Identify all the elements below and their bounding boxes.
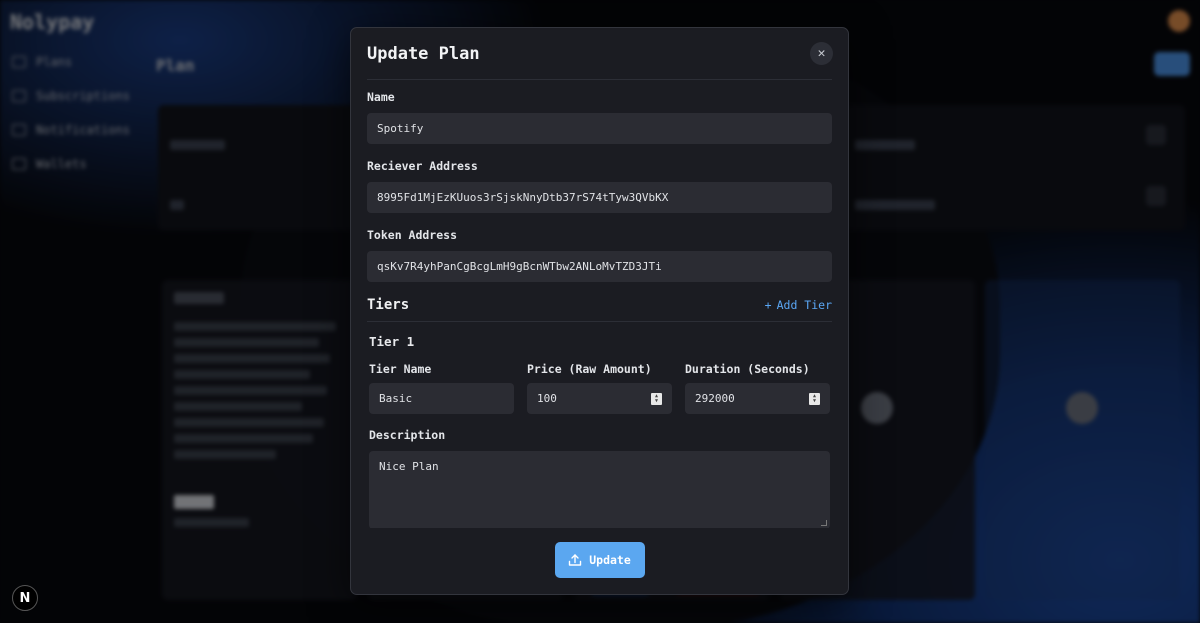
update-plan-dialog: Update Plan ✕ Name Spotify Reciever Addr… — [350, 27, 849, 595]
tier-description-text: Nice Plan — [379, 460, 439, 473]
tier-name-input[interactable]: Basic — [369, 383, 514, 414]
update-button-label: Update — [589, 553, 631, 567]
tier-fields-row: Tier Name Basic Price (Raw Amount) 100 ▲… — [369, 362, 830, 414]
token-address-label: Token Address — [367, 228, 458, 242]
token-address-input[interactable]: qsKv7R4yhPanCgBcgLmH9gBcnWTbw2ANLoMvTZD3… — [367, 251, 832, 282]
tier-description-label: Description — [369, 428, 446, 442]
framework-badge-icon[interactable]: N — [12, 585, 38, 611]
tier-heading: Tier 1 — [369, 334, 415, 349]
receiver-address-input[interactable]: 8995Fd1MjEzKUuos3rSjskNnyDtb37rS74tTyw3Q… — [367, 182, 832, 213]
tier-price-label: Price (Raw Amount) — [527, 362, 652, 376]
tier-name-label: Tier Name — [369, 362, 432, 376]
receiver-field-group: Reciever Address 8995Fd1MjEzKUuos3rSjskN… — [367, 159, 832, 213]
close-button[interactable]: ✕ — [810, 42, 833, 65]
duration-spinner-icon[interactable]: ▲ ▼ — [809, 393, 820, 405]
token-field-group: Token Address qsKv7R4yhPanCgBcgLmH9gBcnW… — [367, 228, 832, 282]
receiver-address-label: Reciever Address — [367, 159, 478, 173]
name-input[interactable]: Spotify — [367, 113, 832, 144]
add-tier-label: Add Tier — [776, 297, 832, 312]
tier-duration-label: Duration (Seconds) — [685, 362, 810, 376]
tier-description-textarea[interactable]: Nice Plan — [369, 451, 830, 528]
tier-item: Tier 1 Tier Name Basic Price (Raw Amount… — [367, 322, 832, 528]
name-label: Name — [367, 90, 395, 104]
price-spinner-icon[interactable]: ▲ ▼ — [651, 393, 662, 405]
tier-description-group: Description Nice Plan — [369, 428, 830, 528]
tier-duration-group: Duration (Seconds) 292000 ▲ ▼ — [685, 362, 830, 414]
tier-name-group: Tier Name Basic — [369, 362, 514, 414]
tier-price-group: Price (Raw Amount) 100 ▲ ▼ — [527, 362, 672, 414]
upload-icon — [569, 554, 582, 566]
tier-price-wrapper: 100 ▲ ▼ — [527, 383, 672, 414]
dialog-title: Update Plan — [367, 43, 480, 64]
tiers-header: Tiers + Add Tier — [367, 288, 832, 322]
dialog-footer: Update — [351, 542, 848, 578]
tiers-title: Tiers — [367, 296, 410, 313]
resize-grip-icon[interactable] — [821, 520, 827, 526]
tier-duration-wrapper: 292000 ▲ ▼ — [685, 383, 830, 414]
update-button[interactable]: Update — [554, 542, 645, 578]
plus-icon: + — [764, 297, 772, 312]
close-icon: ✕ — [817, 46, 826, 61]
add-tier-button[interactable]: + Add Tier — [765, 298, 832, 312]
dialog-body: Name Spotify Reciever Address 8995Fd1MjE… — [351, 80, 848, 528]
dialog-header: Update Plan ✕ — [367, 28, 833, 80]
name-field-group: Name Spotify — [367, 90, 832, 144]
